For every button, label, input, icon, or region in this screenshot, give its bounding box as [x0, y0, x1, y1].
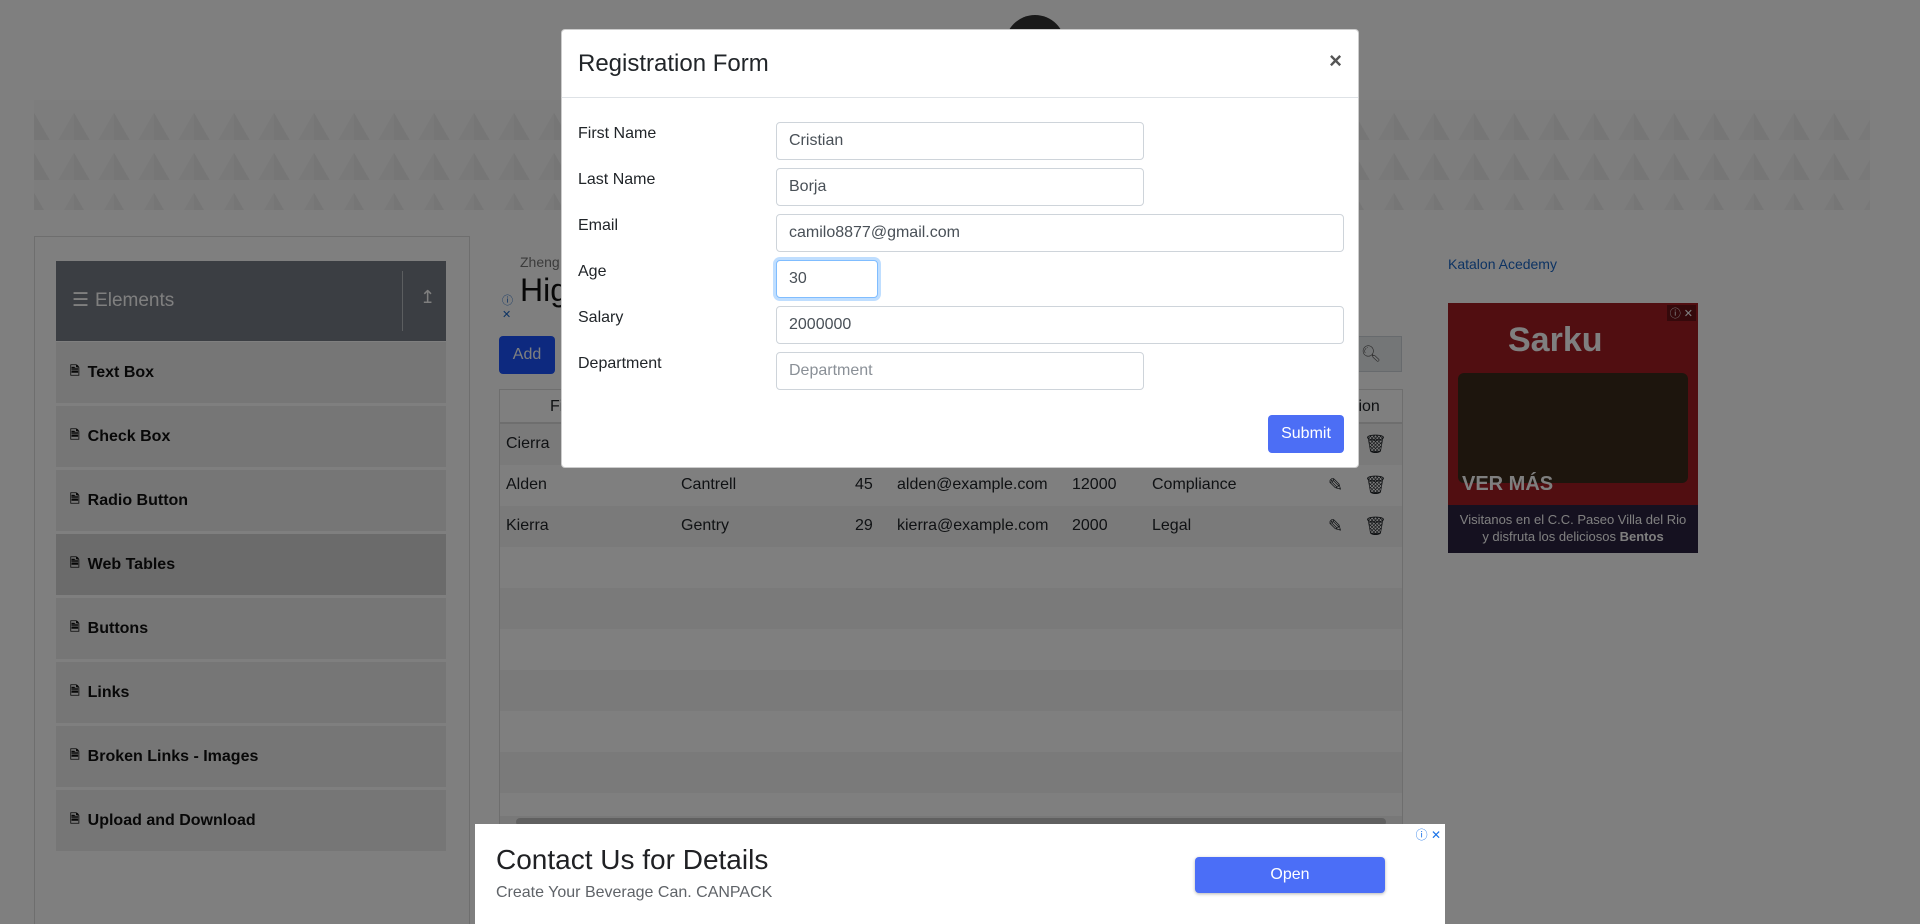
ad-headline: Contact Us for Details: [496, 844, 769, 875]
modal-title: Registration Form: [578, 50, 769, 77]
email-label: Email: [578, 217, 619, 234]
modal-header: Registration Form ×: [562, 30, 1358, 98]
bottom-ad-banner[interactable]: ⓘ ✕ Contact Us for Details Create Your B…: [475, 824, 1445, 924]
ad-subtitle: Create Your Beverage Can. CANPACK: [496, 884, 773, 901]
first-name-input[interactable]: [776, 122, 1144, 160]
email-input[interactable]: [776, 214, 1344, 252]
submit-button[interactable]: Submit: [1268, 415, 1344, 453]
age-label: Age: [578, 263, 607, 280]
department-label: Department: [578, 355, 662, 372]
age-input[interactable]: [776, 260, 878, 298]
ad-open-button[interactable]: Open: [1195, 857, 1385, 893]
registration-modal: Registration Form × First Name Last Name…: [561, 29, 1359, 468]
close-icon[interactable]: ×: [1329, 48, 1342, 74]
last-name-label: Last Name: [578, 171, 656, 188]
department-input[interactable]: [776, 352, 1144, 390]
last-name-input[interactable]: [776, 168, 1144, 206]
adchoices-icon[interactable]: ⓘ ✕: [1416, 826, 1441, 843]
salary-input[interactable]: [776, 306, 1344, 344]
salary-label: Salary: [578, 309, 624, 326]
first-name-label: First Name: [578, 125, 657, 142]
